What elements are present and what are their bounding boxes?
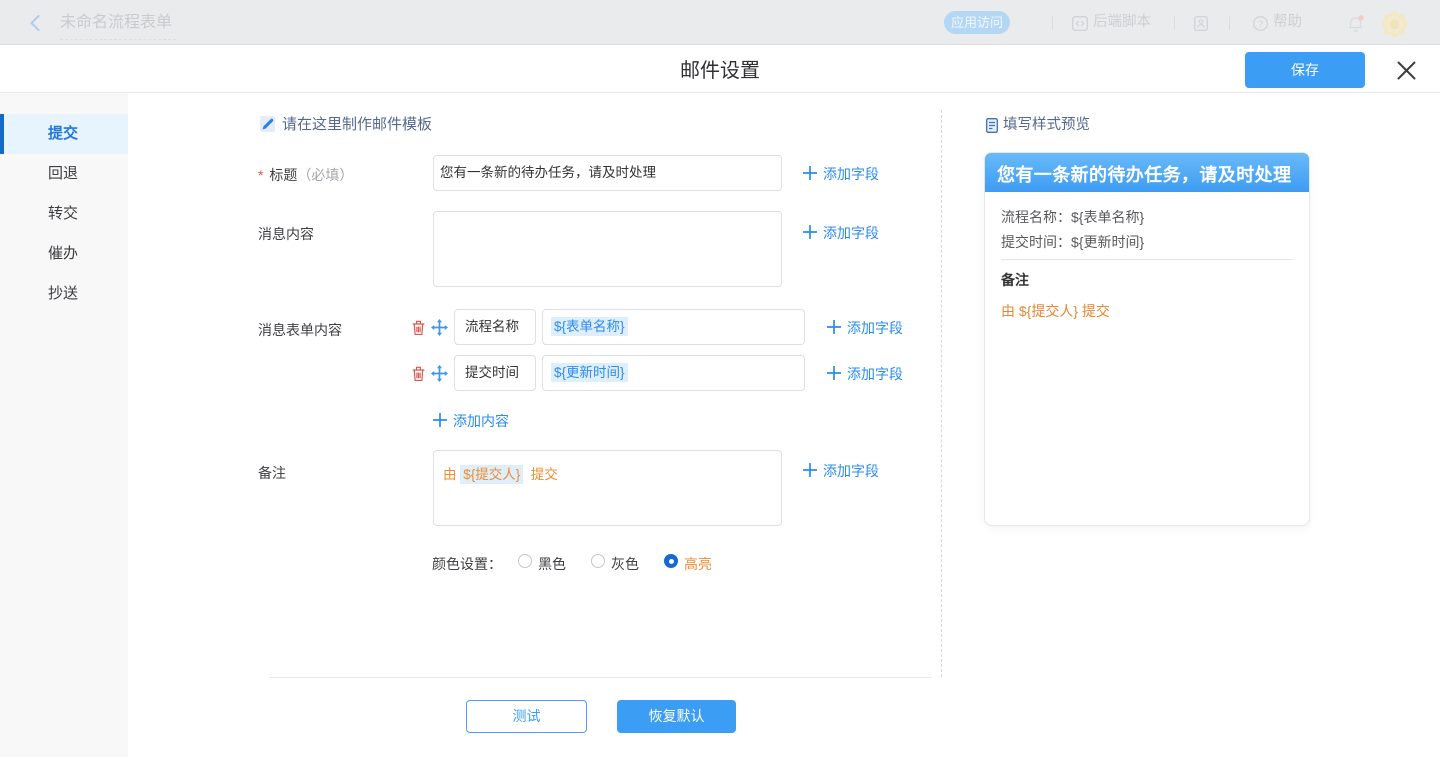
svg-text:?: ? <box>1258 19 1263 30</box>
